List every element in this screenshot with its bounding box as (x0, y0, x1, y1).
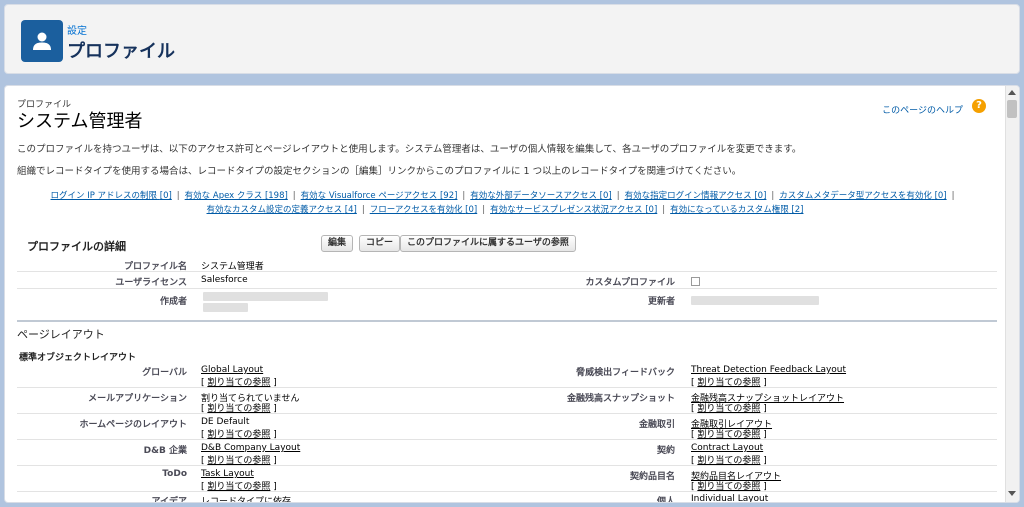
layout-value-homepage: DE Default (201, 417, 250, 427)
layout-label-homepage: ホームページのレイアウト (79, 420, 187, 430)
row-divider (17, 387, 997, 388)
quick-link-visualforce[interactable]: 有効な Visualforce ページアクセス [92] (301, 191, 458, 201)
copy-button[interactable]: コピー (359, 235, 401, 252)
page-header: 設定 プロファイル (4, 4, 1020, 74)
user-license-label: ユーザライセンス (115, 278, 187, 288)
row-divider (17, 491, 997, 492)
modified-by-label: 更新者 (647, 297, 675, 307)
profile-description-1: このプロファイルを持つユーザは、以下のアクセス許可とページレイアウトと使用します… (17, 144, 802, 155)
quick-link-apex-classes[interactable]: 有効な Apex クラス [198] (185, 191, 288, 201)
layout-label-dnb-company: D&B 企業 (143, 446, 187, 456)
layout-value-idea: レコードタイプに依存 (201, 497, 292, 503)
help-link[interactable]: このページのヘルプ (882, 103, 963, 116)
profile-description-2: 組織でレコードタイプを使用する場合は、レコードタイプの設定セクションの［編集］リ… (17, 166, 742, 177)
row-divider (17, 271, 997, 272)
layout-link-task[interactable]: Task Layout (201, 469, 254, 479)
quick-link-named-credentials[interactable]: 有効な指定ログイン情報アクセス [0] (625, 191, 767, 201)
quick-links-row-1: ログイン IP アドレスの制限 [0] | 有効な Apex クラス [198] | 有… (50, 191, 955, 201)
profile-name-title: システム管理者 (17, 111, 143, 132)
row-divider (17, 465, 997, 466)
layout-label-todo: ToDo (162, 469, 187, 479)
user-icon (21, 20, 63, 62)
breadcrumb-setup[interactable]: 設定 (67, 22, 87, 37)
quick-link-flow-access[interactable]: フローアクセスを有効化 [0] (370, 205, 478, 215)
vertical-scrollbar[interactable] (1005, 86, 1019, 502)
quick-link-external-data[interactable]: 有効な外部データソースアクセス [0] (470, 191, 611, 201)
quick-link-custom-permissions[interactable]: 有効になっているカスタム権限 [2] (670, 205, 803, 215)
layout-link-contract[interactable]: Contract Layout (691, 443, 763, 453)
custom-profile-checkbox (691, 277, 700, 286)
layout-link-dnb-company[interactable]: D&B Company Layout (201, 443, 300, 453)
created-by-redacted (203, 292, 328, 301)
layout-label-idea: アイデア (151, 497, 187, 503)
profile-details-heading: プロファイルの詳細 (27, 240, 126, 253)
user-license-value: Salesforce (201, 275, 248, 285)
layout-label-threat-detection: 脅威検出フィードバック (576, 368, 675, 378)
layout-label-email-app: メールアプリケーション (88, 394, 187, 404)
row-divider (17, 288, 997, 289)
profile-detail-panel: プロファイル システム管理者 このページのヘルプ ? このプロファイルを持つユー… (4, 85, 1020, 503)
quick-link-service-presence[interactable]: 有効なサービスプレゼンス状況アクセス [0] (490, 205, 657, 215)
scroll-up-arrow-icon[interactable] (1008, 90, 1016, 95)
layout-link-individual[interactable]: Individual Layout (691, 494, 768, 502)
quick-links-row-2: 有効なカスタム設定の定義アクセス [4] | フローアクセスを有効化 [0] | 有効な… (206, 205, 804, 215)
layout-label-global: グローバル (142, 368, 187, 378)
created-by-date-redacted (203, 303, 248, 312)
layout-link-threat-detection[interactable]: Threat Detection Feedback Layout (691, 365, 846, 375)
layout-label-individual: 個人 (656, 497, 675, 503)
quick-link-login-ip[interactable]: ログイン IP アドレスの制限 [0] (51, 191, 172, 201)
layout-label-balance-snapshot: 金融残高スナップショット (566, 394, 675, 404)
standard-object-layouts-heading: 標準オブジェクトレイアウト (19, 353, 137, 363)
custom-profile-label: カスタムプロファイル (585, 278, 675, 288)
help-icon[interactable]: ? (972, 99, 986, 113)
page-title: プロファイル (67, 41, 175, 62)
scroll-thumb[interactable] (1007, 100, 1017, 118)
layout-label-financial-transaction: 金融取引 (638, 420, 675, 430)
quick-link-custom-metadata[interactable]: カスタムメタデータ型アクセスを有効化 [0] (779, 191, 946, 201)
section-divider (17, 320, 997, 322)
scroll-down-arrow-icon[interactable] (1008, 491, 1016, 496)
layout-link-global[interactable]: Global Layout (201, 365, 263, 375)
edit-button[interactable]: 編集 (321, 235, 354, 252)
modified-by-redacted (691, 296, 819, 305)
row-divider (17, 413, 997, 414)
quick-link-custom-settings[interactable]: 有効なカスタム設定の定義アクセス [4] (207, 205, 357, 215)
layout-label-contract-line-item: 契約品目名 (629, 472, 675, 482)
page-layouts-heading: ページレイアウト (17, 328, 105, 341)
created-by-label: 作成者 (159, 297, 187, 307)
layout-label-contract: 契約 (656, 446, 675, 456)
view-users-button[interactable]: このプロファイルに属するユーザの参照 (400, 235, 576, 252)
row-divider (17, 439, 997, 440)
